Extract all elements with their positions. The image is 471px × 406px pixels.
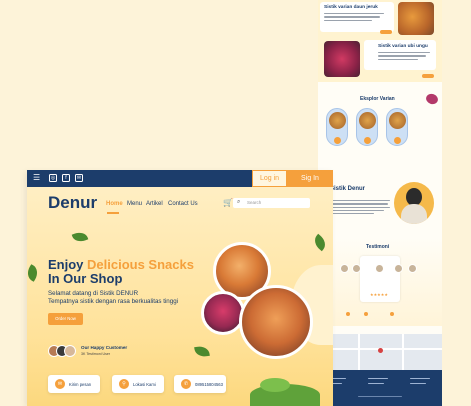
snack-image bbox=[359, 112, 376, 129]
about-section: Sistik Denur bbox=[318, 180, 442, 236]
carousel-dot[interactable] bbox=[390, 312, 394, 316]
about-description bbox=[330, 200, 392, 216]
owner-photo bbox=[394, 182, 434, 224]
customer-avatars bbox=[48, 345, 78, 357]
variant-photo bbox=[324, 41, 360, 77]
snack-image bbox=[329, 112, 346, 129]
cart-icon[interactable]: 🛒 bbox=[223, 198, 233, 207]
variant-daun-jeruk-section: Sistik varian daun jeruk bbox=[318, 0, 442, 38]
explore-title: Eksplor Varian bbox=[360, 96, 395, 102]
carousel-dot[interactable] bbox=[346, 312, 350, 316]
login-button[interactable]: Log in bbox=[252, 170, 287, 187]
explore-item[interactable] bbox=[356, 108, 378, 146]
variant-title: Sistik varian ubi ungu bbox=[378, 44, 428, 49]
snack-image bbox=[389, 112, 406, 129]
nav-active-indicator bbox=[107, 212, 119, 214]
leaf-decoration-icon bbox=[71, 229, 89, 245]
leaf-decoration-icon bbox=[250, 378, 320, 406]
leaf-decoration-icon bbox=[311, 233, 329, 252]
order-now-button[interactable]: Order Now bbox=[48, 313, 83, 325]
instagram-icon[interactable]: ◎ bbox=[49, 174, 57, 182]
info-label: 089515804563 bbox=[195, 382, 223, 387]
avatar[interactable] bbox=[352, 264, 361, 273]
info-label: Kirim pesan bbox=[69, 382, 92, 387]
variant-more-button[interactable] bbox=[422, 74, 434, 78]
variant-description bbox=[378, 52, 434, 62]
explore-variants-section: Eksplor Varian bbox=[318, 92, 442, 152]
info-label: Lokasi Kami bbox=[133, 382, 156, 387]
map-pin-icon bbox=[378, 348, 383, 353]
avatar[interactable] bbox=[340, 264, 349, 273]
explore-item[interactable] bbox=[326, 108, 348, 146]
search-icon: ⌕ bbox=[237, 199, 241, 205]
testimonial-title: Testimoni bbox=[366, 244, 390, 250]
snack-photo-right bbox=[239, 285, 313, 359]
about-title: Sistik Denur bbox=[330, 186, 366, 192]
secondary-page-preview: Sistik varian daun jeruk Sistik varian u… bbox=[318, 0, 442, 406]
search-placeholder: Search bbox=[247, 200, 262, 206]
variant-description bbox=[324, 13, 388, 23]
chat-icon: ✉ bbox=[55, 379, 65, 389]
email-icon[interactable]: ✉ bbox=[75, 174, 83, 182]
footer bbox=[318, 370, 442, 406]
testimonial-section: Testimoni ★★★★★ bbox=[318, 238, 442, 326]
search-input[interactable]: ⌕ Search bbox=[233, 198, 310, 208]
phone-icon: ✆ bbox=[181, 379, 191, 389]
happy-customer-title: Our Happy Customer bbox=[81, 345, 128, 350]
avatar[interactable] bbox=[375, 264, 384, 273]
avatar bbox=[64, 345, 76, 357]
hero-subtitle: Selamat datang di Sistik DENUR bbox=[48, 290, 139, 297]
hero-title-prefix: Enjoy bbox=[48, 257, 88, 272]
location-card[interactable]: ⚲ Lokasi Kami bbox=[112, 375, 164, 393]
avatar[interactable] bbox=[408, 264, 417, 273]
leaf-decoration-icon bbox=[27, 264, 41, 282]
nav-artikel[interactable]: Artikel bbox=[146, 201, 163, 207]
avatar[interactable] bbox=[394, 264, 403, 273]
location-icon: ⚲ bbox=[119, 379, 129, 389]
snack-photo-left bbox=[201, 291, 245, 335]
leaf-decoration-icon bbox=[194, 344, 210, 359]
brand-logo[interactable]: Denur bbox=[48, 193, 97, 213]
hamburger-menu-icon[interactable]: ☰ bbox=[33, 173, 40, 182]
landing-page-window: ☰ ◎ f ✉ Log in Sig In Denur Home Menu Ar… bbox=[27, 170, 333, 406]
phone-card[interactable]: ✆ 089515804563 bbox=[174, 375, 226, 393]
variant-photo bbox=[398, 2, 434, 35]
variant-title: Sistik varian daun jeruk bbox=[324, 5, 378, 10]
nav-home[interactable]: Home bbox=[106, 201, 123, 207]
facebook-icon[interactable]: f bbox=[62, 174, 70, 182]
explore-item-button[interactable] bbox=[394, 137, 401, 144]
hero-title-accent: Delicious Snacks bbox=[87, 257, 194, 272]
carousel-dot[interactable] bbox=[364, 312, 368, 316]
happy-customer-count: 3K Testimoni User bbox=[81, 352, 111, 356]
nav-menu[interactable]: Menu bbox=[127, 201, 142, 207]
top-bar: ☰ ◎ f ✉ Log in Sig In bbox=[27, 170, 333, 187]
signin-button[interactable]: Sig In bbox=[287, 170, 333, 187]
explore-item-button[interactable] bbox=[364, 137, 371, 144]
explore-item-button[interactable] bbox=[334, 137, 341, 144]
send-message-card[interactable]: ✉ Kirim pesan bbox=[48, 375, 100, 393]
explore-item[interactable] bbox=[386, 108, 408, 146]
location-map[interactable] bbox=[318, 334, 442, 370]
rating-stars: ★★★★★ bbox=[370, 292, 388, 297]
hero-title: Enjoy Delicious Snacks bbox=[48, 257, 194, 272]
hero-title-line2: In Our Shop bbox=[48, 271, 123, 286]
hero-subtitle-2: Tempatnya sistik dengan rasa berkualitas… bbox=[48, 298, 179, 305]
variant-ubi-ungu-section: Sistik varian ubi ungu bbox=[318, 38, 442, 82]
variant-more-button[interactable] bbox=[380, 30, 392, 34]
nav-contact-us[interactable]: Contact Us bbox=[168, 201, 198, 207]
